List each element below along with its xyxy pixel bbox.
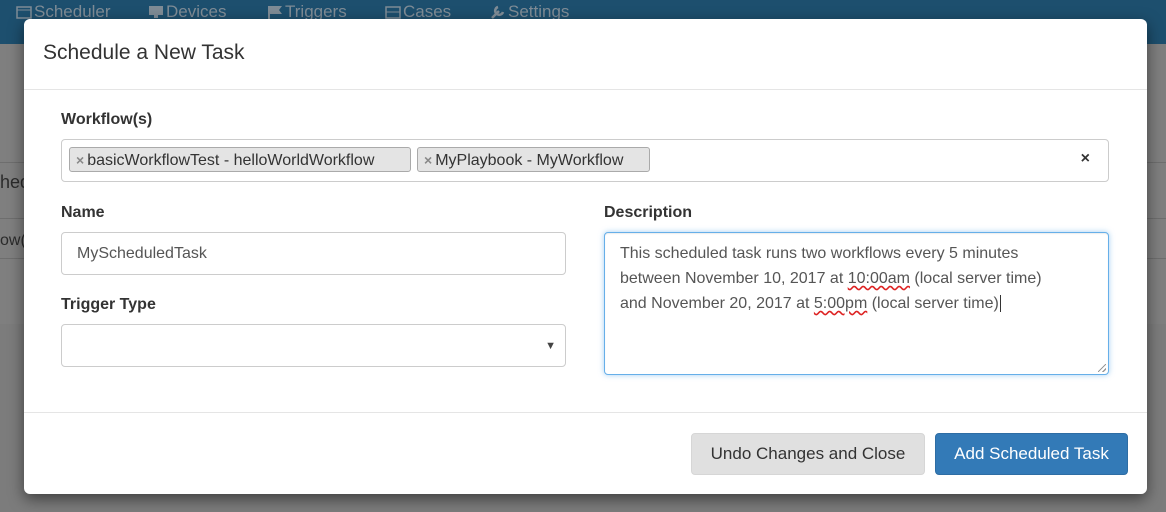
wrench-icon: [491, 5, 505, 19]
remove-tag-icon[interactable]: ×: [424, 152, 432, 168]
calendar-icon: [16, 6, 32, 19]
clear-all-icon[interactable]: ×: [1081, 150, 1090, 168]
description-line: between November 10, 2017 at 10:00am (lo…: [620, 270, 1042, 287]
monitor-icon: [149, 6, 163, 18]
workflows-label: Workflow(s): [61, 111, 153, 128]
name-input[interactable]: MyScheduledTask: [61, 232, 566, 275]
trigger-type-select[interactable]: ▼: [61, 324, 566, 367]
modal-footer: Undo Changes and Close Add Scheduled Tas…: [24, 412, 1147, 495]
remove-tag-icon[interactable]: ×: [76, 152, 84, 168]
trigger-type-label: Trigger Type: [61, 296, 156, 313]
workflow-tag-label: MyPlaybook - MyWorkflow: [435, 152, 624, 169]
case-icon: [385, 6, 401, 19]
text-cursor: [999, 295, 1001, 312]
workflows-multiselect[interactable]: × basicWorkflowTest - helloWorldWorkflow …: [61, 139, 1109, 182]
caret-down-icon: ▼: [545, 340, 556, 352]
flag-icon: [268, 6, 282, 19]
description-label: Description: [604, 204, 693, 221]
add-scheduled-task-button[interactable]: Add Scheduled Task: [935, 433, 1128, 475]
description-line: This scheduled task runs two workflows e…: [620, 245, 1019, 262]
workflow-tag-label: basicWorkflowTest - helloWorldWorkflow: [87, 152, 375, 169]
description-line: and November 20, 2017 at 5:00pm (local s…: [620, 295, 1001, 312]
resize-handle[interactable]: [1098, 364, 1106, 372]
bg-row-fragment: ow(: [0, 232, 26, 249]
undo-changes-button[interactable]: Undo Changes and Close: [691, 433, 925, 475]
workflow-tag: × MyPlaybook - MyWorkflow: [417, 147, 650, 172]
workflow-tag: × basicWorkflowTest - helloWorldWorkflow: [69, 147, 411, 172]
modal-header: Schedule a New Task: [24, 19, 1147, 90]
schedule-task-modal: Schedule a New Task Workflow(s) × basicWo…: [24, 19, 1147, 494]
description-textarea[interactable]: This scheduled task runs two workflows e…: [604, 232, 1109, 375]
modal-title: Schedule a New Task: [43, 41, 245, 64]
name-label: Name: [61, 204, 105, 221]
